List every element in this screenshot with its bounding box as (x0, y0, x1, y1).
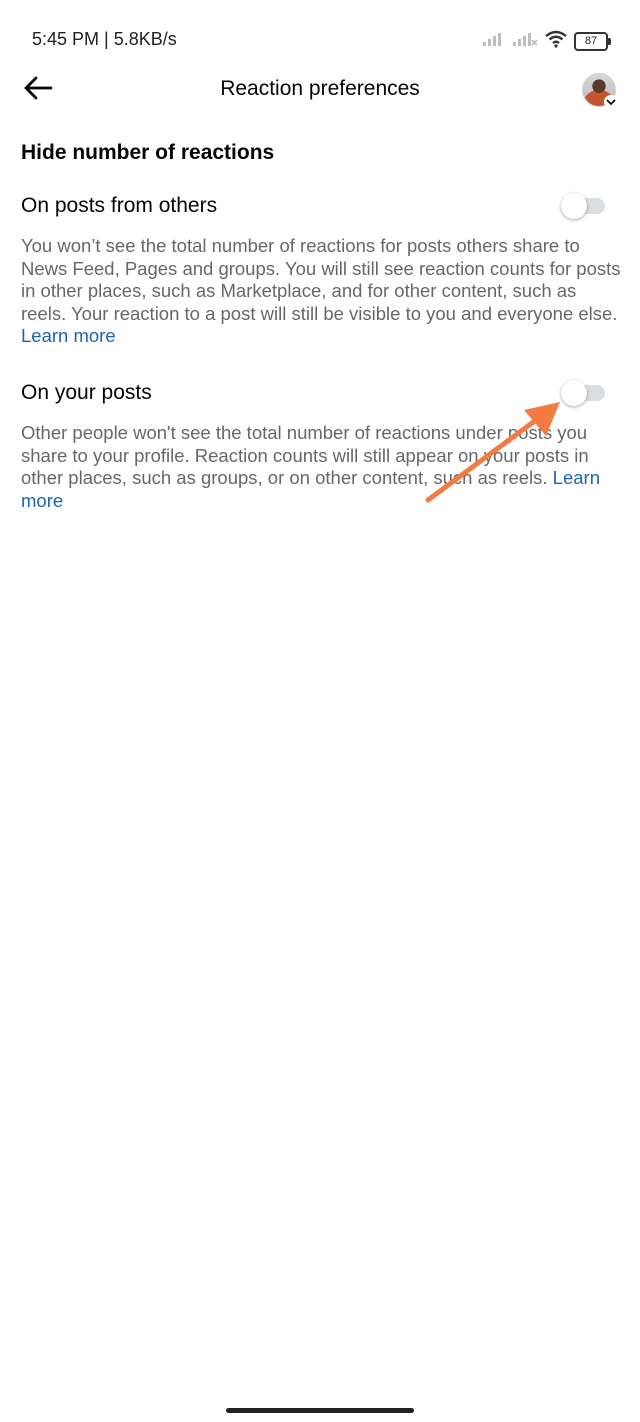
reaction-preferences-screen: 5:45 PM | 5.8KB/s 87 Reaction preference… (0, 0, 640, 1422)
wifi-icon (544, 30, 568, 53)
setting-label-your-posts: On your posts (21, 381, 152, 404)
signal-icon (512, 31, 538, 52)
page-title: Reaction preferences (220, 77, 420, 100)
status-icons: 87 (482, 30, 611, 53)
setting-label-posts-from-others: On posts from others (21, 194, 218, 217)
description-text: You won’t see the total number of reacti… (21, 235, 621, 324)
setting-description-posts-from-others: You won’t see the total number of reacti… (21, 235, 621, 348)
home-indicator[interactable] (226, 1408, 414, 1413)
header-bar: Reaction preferences (0, 60, 640, 120)
battery-icon: 87 (574, 32, 611, 51)
learn-more-link[interactable]: Learn more (21, 325, 116, 346)
annotation-arrow-icon (425, 402, 560, 503)
profile-switcher[interactable] (582, 73, 618, 109)
section-title: Hide number of reactions (21, 141, 275, 164)
chevron-down-icon (604, 95, 618, 109)
signal-icon (482, 31, 506, 52)
toggle-knob (561, 193, 587, 219)
toggle-posts-from-others[interactable] (561, 193, 605, 219)
status-time: 5:45 PM | 5.8KB/s (32, 29, 177, 49)
